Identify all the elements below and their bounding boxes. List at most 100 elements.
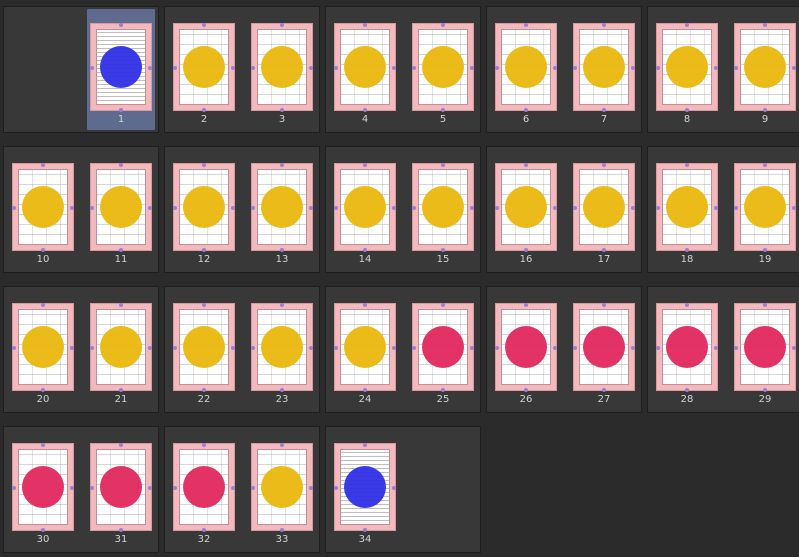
status-marker-yellow (344, 326, 386, 368)
page-thumbnail-31[interactable]: 31 (87, 429, 155, 550)
registration-mark (70, 206, 74, 210)
page-thumbnail-21[interactable]: 21 (87, 289, 155, 410)
page-thumbnail-image (251, 163, 313, 252)
status-marker-yellow (744, 186, 786, 228)
page-thumbnail-image (90, 23, 152, 112)
status-marker-yellow (344, 186, 386, 228)
page-number-label: 23 (275, 394, 289, 405)
status-marker-yellow (344, 46, 386, 88)
page-thumbnail-34[interactable]: 34 (331, 429, 399, 550)
page-spread: 26 27 (486, 286, 642, 413)
registration-mark (412, 66, 416, 70)
page-spread: 24 25 (325, 286, 481, 413)
page-spread: 32 33 (164, 426, 320, 553)
registration-mark (41, 388, 45, 392)
registration-mark (392, 346, 396, 350)
page-number-label: 20 (36, 394, 50, 405)
registration-mark (602, 248, 606, 252)
page-thumbnail-16[interactable]: 16 (492, 149, 560, 270)
page-number-label: 10 (36, 254, 50, 265)
registration-mark (524, 163, 528, 167)
page-thumbnail-17[interactable]: 17 (570, 149, 638, 270)
page-thumbnail-image (334, 443, 396, 532)
page-number-label: 19 (758, 254, 772, 265)
page-thumbnail-27[interactable]: 27 (570, 289, 638, 410)
page-thumbnail-24[interactable]: 24 (331, 289, 399, 410)
page-thumbnail-15[interactable]: 15 (409, 149, 477, 270)
page-thumbnail-3[interactable]: 3 (248, 9, 316, 130)
registration-mark (392, 206, 396, 210)
page-thumbnail-22[interactable]: 22 (170, 289, 238, 410)
page-thumbnail-9[interactable]: 9 (731, 9, 799, 130)
status-marker-yellow (261, 46, 303, 88)
status-marker-red (666, 326, 708, 368)
page-thumbnail-30[interactable]: 30 (9, 429, 77, 550)
page-spread: 16 17 (486, 146, 642, 273)
page-number-label: 11 (114, 254, 128, 265)
page-thumbnail-11[interactable]: 11 (87, 149, 155, 270)
page-thumbnail-image (90, 443, 152, 532)
page-thumbnail-image (251, 443, 313, 532)
page-thumbnail-14[interactable]: 14 (331, 149, 399, 270)
page-thumbnail-image (734, 163, 796, 252)
page-thumbnail-image (573, 23, 635, 112)
page-thumbnail-28[interactable]: 28 (653, 289, 721, 410)
registration-mark (280, 303, 284, 307)
page-number-label: 1 (117, 114, 125, 125)
page-number-label: 17 (597, 254, 611, 265)
page-thumbnail-12[interactable]: 12 (170, 149, 238, 270)
page-thumbnail-32[interactable]: 32 (170, 429, 238, 550)
page-thumbnail-29[interactable]: 29 (731, 289, 799, 410)
empty-page-slot (409, 429, 477, 550)
status-marker-yellow (261, 466, 303, 508)
page-spread: 28 29 (647, 286, 799, 413)
page-thumbnail-10[interactable]: 10 (9, 149, 77, 270)
registration-mark (280, 108, 284, 112)
registration-mark (119, 528, 123, 532)
registration-mark (656, 66, 660, 70)
registration-mark (524, 23, 528, 27)
registration-mark (41, 443, 45, 447)
page-thumbnail-1[interactable]: 1 (87, 9, 155, 130)
registration-mark (763, 108, 767, 112)
page-thumbnail-8[interactable]: 8 (653, 9, 721, 130)
page-thumbnail-23[interactable]: 23 (248, 289, 316, 410)
registration-mark (231, 66, 235, 70)
registration-mark (202, 108, 206, 112)
registration-mark (309, 66, 313, 70)
registration-mark (280, 163, 284, 167)
page-thumbnail-19[interactable]: 19 (731, 149, 799, 270)
registration-mark (119, 163, 123, 167)
registration-mark (363, 303, 367, 307)
registration-mark (334, 206, 338, 210)
page-thumbnail-image (90, 303, 152, 392)
page-thumbnail-7[interactable]: 7 (570, 9, 638, 130)
registration-mark (441, 248, 445, 252)
page-thumbnail-6[interactable]: 6 (492, 9, 560, 130)
page-thumbnail-image (90, 163, 152, 252)
registration-mark (685, 303, 689, 307)
page-thumbnail-26[interactable]: 26 (492, 289, 560, 410)
registration-mark (363, 388, 367, 392)
page-thumbnail-25[interactable]: 25 (409, 289, 477, 410)
registration-mark (119, 443, 123, 447)
page-thumbnail-33[interactable]: 33 (248, 429, 316, 550)
page-thumbnail-2[interactable]: 2 (170, 9, 238, 130)
status-marker-yellow (183, 46, 225, 88)
page-thumbnail-4[interactable]: 4 (331, 9, 399, 130)
page-thumbnail-13[interactable]: 13 (248, 149, 316, 270)
page-thumbnail-image (12, 443, 74, 532)
page-thumbnail-18[interactable]: 18 (653, 149, 721, 270)
registration-mark (70, 486, 74, 490)
page-thumbnail-image (251, 303, 313, 392)
page-thumbnail-20[interactable]: 20 (9, 289, 77, 410)
registration-mark (173, 346, 177, 350)
registration-mark (524, 388, 528, 392)
status-marker-red (744, 326, 786, 368)
page-number-label: 28 (680, 394, 694, 405)
registration-mark (363, 108, 367, 112)
registration-mark (173, 206, 177, 210)
page-thumbnail-5[interactable]: 5 (409, 9, 477, 130)
registration-mark (685, 248, 689, 252)
registration-mark (119, 108, 123, 112)
